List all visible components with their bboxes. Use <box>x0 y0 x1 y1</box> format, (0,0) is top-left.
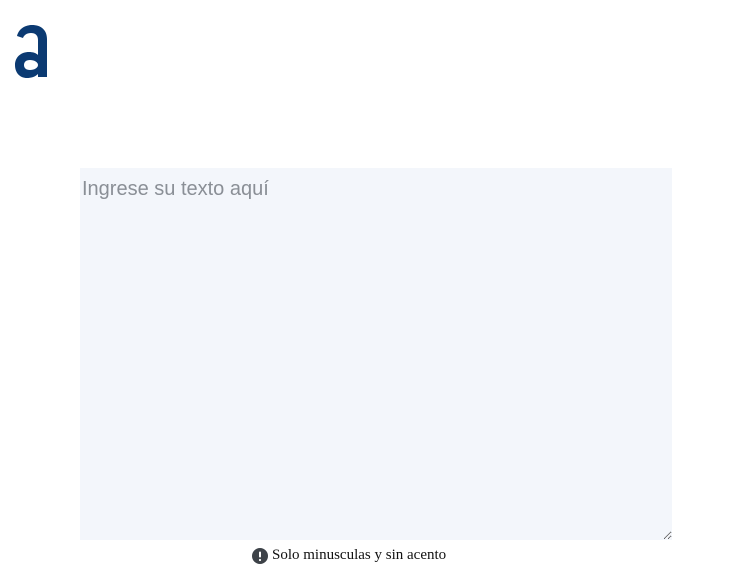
text-input-area[interactable] <box>80 168 672 540</box>
input-hint: Solo minusculas y sin acento <box>252 547 446 564</box>
exclamation-circle-icon <box>252 547 268 564</box>
hint-text: Solo minusculas y sin acento <box>272 547 447 563</box>
page: Solo minusculas y sin acento <box>0 0 743 577</box>
brand-logo-icon <box>14 22 50 80</box>
